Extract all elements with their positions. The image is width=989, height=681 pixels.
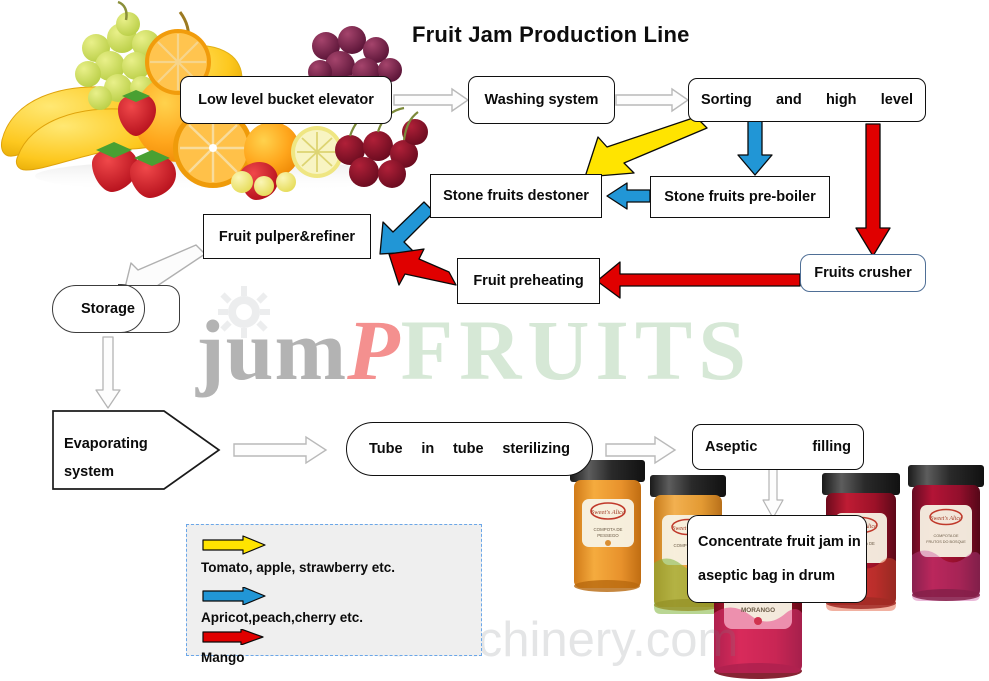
node-label-justified: Sorting and high level <box>689 92 925 108</box>
node-label: Stone fruits pre-boiler <box>664 189 816 205</box>
node-label: Fruits crusher <box>814 265 912 281</box>
legend-box: Tomato, apple, strawberry etc. Apricot,p… <box>186 524 482 665</box>
node-sorting-and-high-level[interactable]: Sorting and high level <box>688 78 926 122</box>
svg-text:MORANGO: MORANGO <box>741 607 775 614</box>
concentrate-label-line2: aseptic bag in drum <box>698 568 835 584</box>
legend-arrow-blue-icon <box>202 586 266 606</box>
tube-word-1: Tube <box>369 441 403 457</box>
arrow-preheating-to-pulper-red <box>388 248 457 286</box>
tube-word-4: sterilizing <box>502 441 570 457</box>
evaporating-label-line2: system <box>64 464 114 480</box>
arrow-sorting-to-crusher-red <box>855 123 891 257</box>
arrow-crusher-to-preheating-red <box>596 261 801 299</box>
gear-watermark-icon <box>218 286 270 338</box>
legend-label-2: Mango <box>201 650 245 665</box>
node-label: Fruit preheating <box>473 273 584 289</box>
node-stone-fruits-destoner[interactable]: Stone fruits destoner <box>430 174 602 218</box>
svg-text:COMPOTA DE: COMPOTA DE <box>933 534 959 538</box>
logo-text-p: P <box>347 302 401 398</box>
arrow-storage-to-evaporating <box>95 336 121 409</box>
legend-label-1: Apricot,peach,cherry etc. <box>201 610 364 625</box>
sorting-word-3: high <box>825 92 857 108</box>
node-label: Low level bucket elevator <box>198 92 374 108</box>
arrow-sorting-to-destoner-yellow <box>584 116 708 178</box>
node-fruits-crusher[interactable]: Fruits crusher <box>800 254 926 292</box>
legend-arrow-yellow-icon <box>202 535 266 555</box>
svg-text:FRUTOS DO BOSQUE: FRUTOS DO BOSQUE <box>926 540 966 544</box>
arrow-destoner-to-pulper-blue <box>379 201 435 255</box>
tube-word-2: in <box>421 441 435 457</box>
node-label: Storage <box>81 301 135 317</box>
legend-item-1: Apricot,peach,cherry etc. <box>201 586 364 625</box>
node-evaporating-system[interactable]: Evaporating system <box>52 410 219 490</box>
node-stone-fruits-pre-boiler[interactable]: Stone fruits pre-boiler <box>650 176 830 218</box>
node-label-justified: Tube in tube sterilizing <box>347 441 592 457</box>
aseptic-word-1: Aseptic <box>705 439 758 455</box>
node-fruit-pulper-refiner[interactable]: Fruit pulper&refiner <box>203 214 371 259</box>
sorting-word-1: Sorting <box>701 92 752 108</box>
logo-text-fruits: FRUITS <box>400 302 753 398</box>
node-storage[interactable]: Storage <box>52 284 180 334</box>
node-label: Stone fruits destoner <box>443 188 589 204</box>
svg-text:Sweet's Alice: Sweet's Alice <box>591 509 625 516</box>
node-aseptic-filling[interactable]: Aseptic filling <box>692 424 864 470</box>
arrow-washing-to-sorting <box>615 87 690 113</box>
aseptic-word-2: filling <box>812 439 851 455</box>
arrow-sorting-to-preboiler-blue <box>737 119 773 176</box>
arrow-evaporating-to-sterilizing <box>233 435 328 465</box>
svg-text:Sweet's Alice: Sweet's Alice <box>930 516 962 522</box>
node-concentrate-fruit-jam[interactable]: Concentrate fruit jam in aseptic bag in … <box>687 515 867 603</box>
brand-watermark: jumPFRUITS <box>196 300 896 400</box>
legend-item-2: Mango <box>201 628 265 665</box>
svg-text:PESSEGO: PESSEGO <box>597 533 619 538</box>
node-label-justified: Aseptic filling <box>693 439 863 455</box>
node-washing-system[interactable]: Washing system <box>468 76 615 124</box>
legend-arrow-red-icon <box>202 628 264 646</box>
node-label: Fruit pulper&refiner <box>218 228 356 245</box>
arrow-preboiler-to-destoner-blue <box>606 182 651 210</box>
node-fruit-preheating[interactable]: Fruit preheating <box>457 258 600 304</box>
svg-text:COMPOTA DE: COMPOTA DE <box>594 527 623 532</box>
sorting-word-4: level <box>880 92 913 108</box>
diagram-canvas: Sweet's Alice COMPOTA DE PESSEGO Sweet's… <box>0 0 989 681</box>
node-low-level-bucket-elevator[interactable]: Low level bucket elevator <box>180 76 392 124</box>
node-label: Washing system <box>484 92 599 108</box>
concentrate-label-line1: Concentrate fruit jam in <box>698 534 861 550</box>
legend-item-0: Tomato, apple, strawberry etc. <box>201 535 395 575</box>
tube-word-3: tube <box>452 441 484 457</box>
legend-label-0: Tomato, apple, strawberry etc. <box>201 560 396 575</box>
page-title: Fruit Jam Production Line <box>412 22 690 47</box>
node-tube-in-tube-sterilizing[interactable]: Tube in tube sterilizing <box>346 422 593 476</box>
sorting-word-2: and <box>775 92 802 108</box>
